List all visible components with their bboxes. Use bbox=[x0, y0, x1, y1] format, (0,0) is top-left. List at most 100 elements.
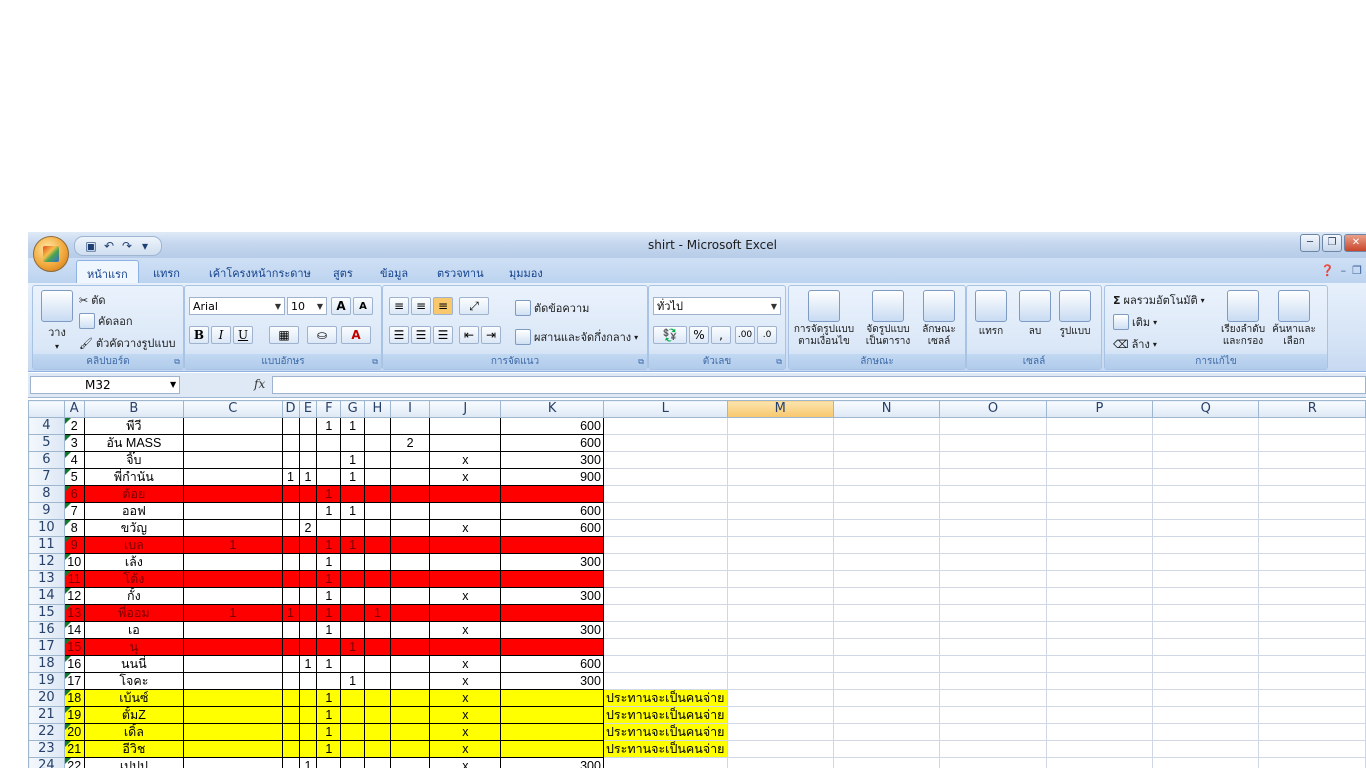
cell-d[interactable] bbox=[281, 553, 300, 571]
cell-e[interactable] bbox=[298, 621, 318, 639]
cell-i[interactable] bbox=[389, 417, 431, 435]
cell-n[interactable] bbox=[832, 519, 941, 537]
cell-m[interactable] bbox=[726, 689, 834, 707]
cell-k[interactable] bbox=[500, 570, 604, 588]
fill-button[interactable]: เติม ▾ bbox=[1113, 313, 1157, 331]
insert-function-icon[interactable]: fx bbox=[254, 377, 265, 391]
cell-k[interactable]: 600 bbox=[500, 417, 604, 435]
cell-k[interactable]: 300 bbox=[500, 587, 604, 605]
column-header-b[interactable]: B bbox=[83, 400, 185, 418]
cell-f[interactable]: 1 bbox=[316, 740, 342, 758]
cell-l[interactable] bbox=[602, 434, 728, 452]
row-header[interactable]: 12 bbox=[28, 553, 65, 571]
column-header-e[interactable]: E bbox=[298, 400, 318, 418]
cell-i[interactable] bbox=[389, 536, 431, 554]
cell-g[interactable] bbox=[340, 621, 366, 639]
cell-p[interactable] bbox=[1045, 434, 1154, 452]
cell-h[interactable] bbox=[364, 553, 391, 571]
cell-b[interactable]: เล้ง bbox=[83, 553, 185, 571]
cell-n[interactable] bbox=[832, 604, 941, 622]
cell-p[interactable] bbox=[1045, 689, 1154, 707]
cell-e[interactable] bbox=[298, 740, 318, 758]
save-icon[interactable]: ▣ bbox=[83, 239, 99, 253]
cell-i[interactable] bbox=[389, 468, 431, 486]
cell-a[interactable]: 22 bbox=[63, 757, 85, 768]
wrap-text-button[interactable]: ตัดข้อความ bbox=[515, 299, 589, 317]
cell-k[interactable] bbox=[500, 740, 604, 758]
cell-p[interactable] bbox=[1045, 621, 1154, 639]
cell-i[interactable] bbox=[389, 519, 431, 537]
cell-p[interactable] bbox=[1045, 706, 1154, 724]
cell-f[interactable]: 1 bbox=[316, 689, 342, 707]
cell-a[interactable]: 20 bbox=[63, 723, 85, 741]
cell-i[interactable] bbox=[389, 621, 431, 639]
column-header-f[interactable]: F bbox=[316, 400, 342, 418]
cell-a[interactable]: 13 bbox=[63, 604, 85, 622]
cell-q[interactable] bbox=[1152, 468, 1260, 486]
cell-g[interactable] bbox=[340, 434, 366, 452]
cell-m[interactable] bbox=[726, 621, 834, 639]
column-header-q[interactable]: Q bbox=[1152, 400, 1260, 418]
cell-b[interactable]: พี่ออม bbox=[83, 604, 185, 622]
cell-c[interactable] bbox=[183, 757, 283, 768]
cell-h[interactable] bbox=[364, 757, 391, 768]
cell-f[interactable] bbox=[316, 672, 342, 690]
cell-d[interactable] bbox=[281, 502, 300, 520]
cell-i[interactable] bbox=[389, 451, 431, 469]
cell-b[interactable]: อัน MASS bbox=[83, 434, 185, 452]
cell-j[interactable]: x bbox=[429, 451, 502, 469]
borders-button[interactable]: ▦ bbox=[269, 326, 299, 344]
cell-q[interactable] bbox=[1152, 706, 1260, 724]
cell-m[interactable] bbox=[726, 417, 834, 435]
cell-d[interactable] bbox=[281, 536, 300, 554]
cell-h[interactable] bbox=[364, 485, 391, 503]
cell-n[interactable] bbox=[832, 553, 941, 571]
cell-l[interactable] bbox=[602, 417, 728, 435]
cell-n[interactable] bbox=[832, 655, 941, 673]
cell-k[interactable]: 300 bbox=[500, 621, 604, 639]
cell-r[interactable] bbox=[1258, 723, 1366, 741]
cell-q[interactable] bbox=[1152, 757, 1260, 768]
cell-r[interactable] bbox=[1258, 672, 1366, 690]
cell-m[interactable] bbox=[726, 485, 834, 503]
cell-o[interactable] bbox=[939, 757, 1047, 768]
column-header-p[interactable]: P bbox=[1045, 400, 1154, 418]
bold-button[interactable]: B bbox=[189, 326, 209, 344]
tab-view[interactable]: มุมมอง bbox=[500, 263, 552, 283]
cell-q[interactable] bbox=[1152, 621, 1260, 639]
align-center-button[interactable]: ☰ bbox=[411, 326, 431, 344]
cell-l[interactable] bbox=[602, 638, 728, 656]
cell-c[interactable] bbox=[183, 638, 283, 656]
increase-indent-button[interactable]: ⇥ bbox=[481, 326, 501, 344]
cell-m[interactable] bbox=[726, 638, 834, 656]
cell-i[interactable] bbox=[389, 655, 431, 673]
cell-i[interactable] bbox=[389, 502, 431, 520]
cell-a[interactable]: 5 bbox=[63, 468, 85, 486]
cell-i[interactable] bbox=[389, 638, 431, 656]
cell-c[interactable] bbox=[183, 689, 283, 707]
cell-r[interactable] bbox=[1258, 638, 1366, 656]
cell-l[interactable] bbox=[602, 570, 728, 588]
cell-g[interactable] bbox=[340, 485, 366, 503]
cell-o[interactable] bbox=[939, 536, 1047, 554]
row-header[interactable]: 18 bbox=[28, 655, 65, 673]
cell-a[interactable]: 3 bbox=[63, 434, 85, 452]
comma-button[interactable]: , bbox=[711, 326, 731, 344]
cell-i[interactable] bbox=[389, 706, 431, 724]
row-header[interactable]: 14 bbox=[28, 587, 65, 605]
cell-r[interactable] bbox=[1258, 434, 1366, 452]
insert-cells-button[interactable]: แทรก bbox=[975, 290, 1007, 339]
paste-button[interactable]: วาง ▾ bbox=[41, 290, 73, 351]
cell-r[interactable] bbox=[1258, 417, 1366, 435]
cell-m[interactable] bbox=[726, 587, 834, 605]
cell-q[interactable] bbox=[1152, 740, 1260, 758]
cell-f[interactable] bbox=[316, 451, 342, 469]
cell-e[interactable] bbox=[298, 638, 318, 656]
row-header[interactable]: 9 bbox=[28, 502, 65, 520]
cell-o[interactable] bbox=[939, 451, 1047, 469]
cell-k[interactable]: 300 bbox=[500, 672, 604, 690]
cell-i[interactable] bbox=[389, 757, 431, 768]
copy-button[interactable]: คัดลอก bbox=[79, 312, 133, 330]
cell-c[interactable]: 1 bbox=[183, 536, 283, 554]
cell-c[interactable] bbox=[183, 723, 283, 741]
